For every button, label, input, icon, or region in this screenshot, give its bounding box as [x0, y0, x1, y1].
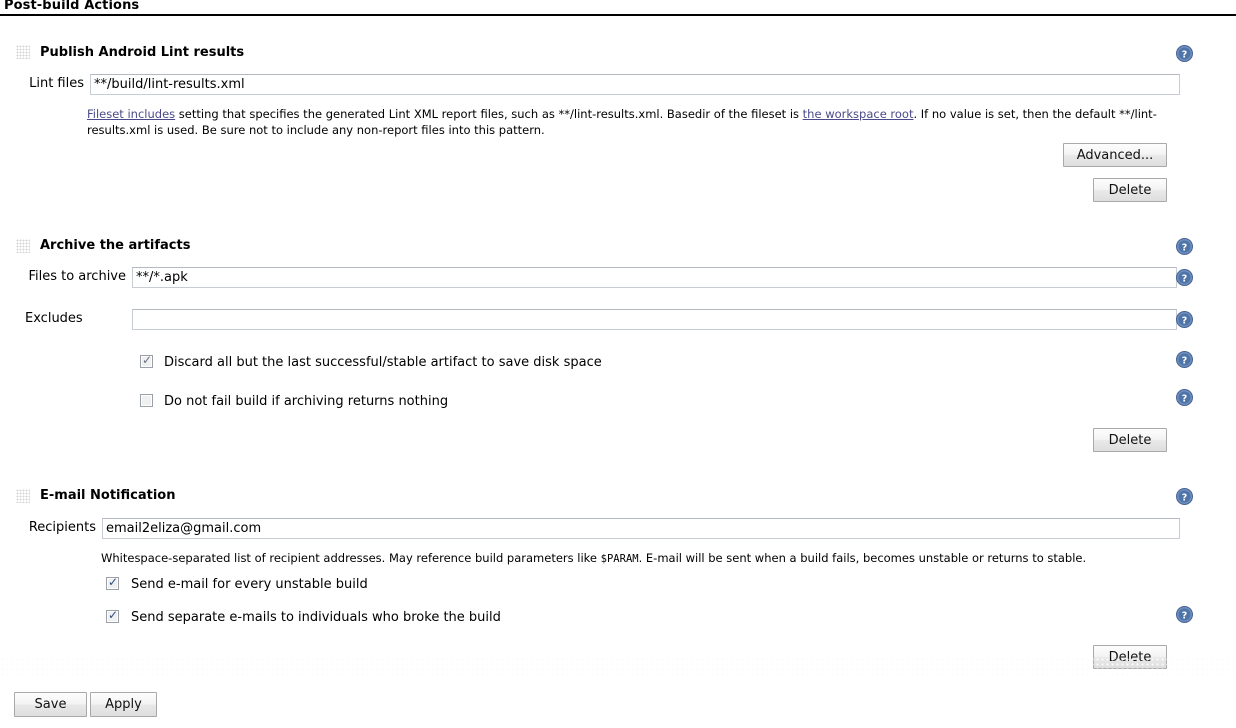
help-icon[interactable]: ? [1176, 488, 1193, 505]
email-description-part2: . E-mail will be sent when a build fails… [638, 551, 1087, 565]
check-mark-icon: ✓ [108, 575, 119, 589]
svg-text:?: ? [1182, 242, 1188, 253]
delete-button-lint[interactable]: Delete [1093, 178, 1167, 202]
help-icon[interactable]: ? [1176, 606, 1193, 623]
help-icon[interactable]: ? [1176, 269, 1193, 286]
svg-text:?: ? [1182, 492, 1188, 503]
help-icon[interactable]: ? [1176, 45, 1193, 62]
checkbox-do-not-fail-build[interactable]: ✓ [140, 394, 153, 407]
svg-text:?: ? [1182, 49, 1188, 60]
label-recipients: Recipients [28, 520, 96, 535]
checkbox-label-send-email-unstable-build: Send e-mail for every unstable build [131, 577, 368, 592]
checkbox-discard-old-artifacts[interactable]: ✓ [140, 353, 153, 368]
help-icon[interactable]: ? [1176, 389, 1193, 406]
label-excludes: Excludes [25, 311, 83, 326]
checkbox-send-separate-emails[interactable]: ✓ [106, 608, 119, 623]
checkbox-send-email-unstable-build[interactable]: ✓ [106, 575, 119, 590]
checkbox-label-discard-old-artifacts: Discard all but the last successful/stab… [164, 355, 602, 370]
email-description: Whitespace-separated list of recipient a… [101, 550, 1181, 567]
lint-files-input[interactable] [90, 74, 1180, 95]
lint-description: Fileset includes setting that specifies … [87, 106, 1159, 138]
help-icon[interactable]: ? [1176, 238, 1193, 255]
page-title: Post-build Actions [4, 0, 140, 13]
label-files-to-archive: Files to archive [28, 269, 126, 284]
save-button[interactable]: Save [14, 692, 87, 717]
drag-handle-icon[interactable] [16, 45, 30, 59]
excludes-input[interactable] [132, 309, 1177, 330]
post-build-actions-page: Post-build Actions Publish Android Lint … [0, 0, 1236, 728]
help-icon[interactable]: ? [1176, 311, 1193, 328]
svg-text:?: ? [1182, 393, 1188, 404]
advanced-button[interactable]: Advanced... [1063, 143, 1167, 167]
recipients-input[interactable] [102, 518, 1180, 539]
section-heading-archive: Archive the artifacts [40, 238, 191, 253]
title-divider [0, 14, 1236, 16]
workspace-root-link[interactable]: the workspace root [803, 107, 914, 121]
files-to-archive-input[interactable] [132, 267, 1177, 288]
checkbox-label-send-separate-emails: Send separate e-mails to individuals who… [131, 610, 501, 625]
drag-handle-icon[interactable] [16, 239, 30, 253]
svg-text:?: ? [1182, 610, 1188, 621]
email-description-param: $PARAM [600, 553, 639, 565]
help-icon[interactable]: ? [1176, 351, 1193, 368]
apply-button[interactable]: Apply [90, 692, 157, 717]
check-mark-icon: ✓ [108, 608, 119, 622]
check-mark-icon: ✓ [142, 353, 153, 367]
footer-texture-strip [0, 657, 1236, 677]
section-heading-email: E-mail Notification [40, 488, 176, 503]
email-description-part1: Whitespace-separated list of recipient a… [101, 551, 601, 565]
drag-handle-icon[interactable] [16, 489, 30, 503]
svg-text:?: ? [1182, 355, 1188, 366]
lint-description-part1: setting that specifies the generated Lin… [175, 107, 803, 121]
label-lint-files: Lint files [29, 76, 84, 91]
checkbox-label-do-not-fail-build: Do not fail build if archiving returns n… [164, 394, 449, 409]
delete-button-archive[interactable]: Delete [1093, 428, 1167, 452]
section-heading-lint: Publish Android Lint results [40, 45, 245, 60]
svg-text:?: ? [1182, 273, 1188, 284]
svg-text:?: ? [1182, 315, 1188, 326]
fileset-includes-link[interactable]: Fileset includes [87, 107, 175, 121]
